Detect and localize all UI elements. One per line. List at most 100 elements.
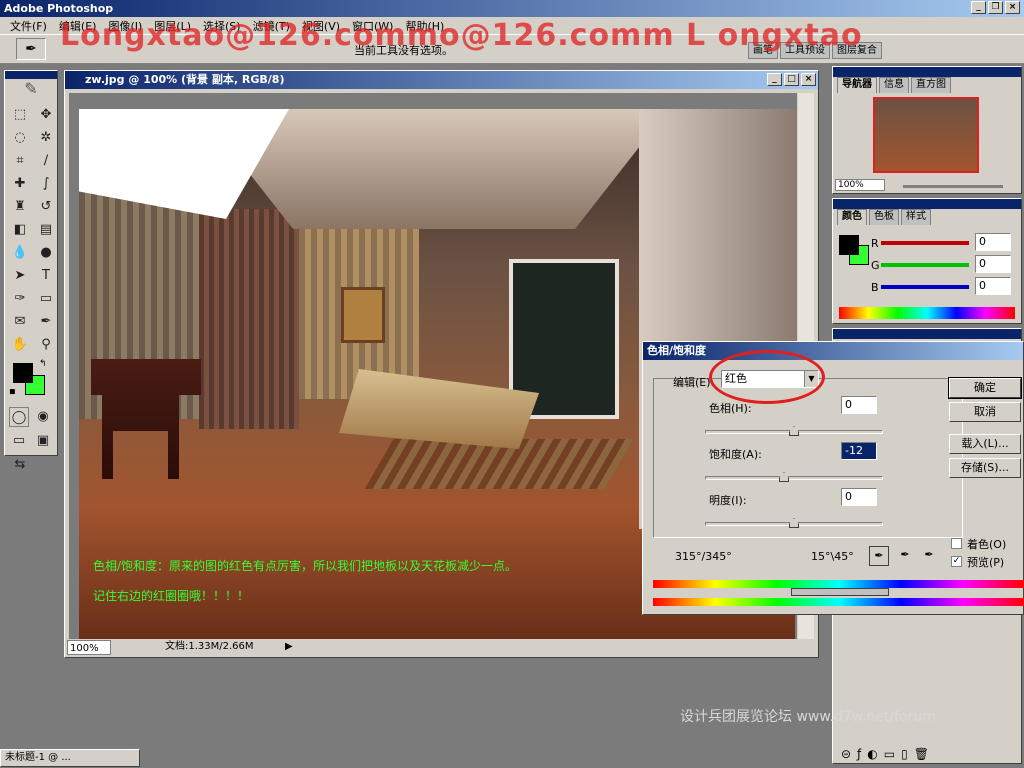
red-highlight-circle — [709, 350, 825, 404]
type-tool-icon[interactable]: T — [35, 266, 57, 286]
healing-brush-icon[interactable]: ✚ — [9, 174, 31, 194]
move-tool-icon[interactable]: ✥ — [35, 105, 57, 125]
layers-panel-bar[interactable] — [833, 329, 1021, 339]
b-field[interactable]: 0 — [975, 277, 1011, 295]
doc-close-button[interactable]: × — [801, 73, 816, 86]
layer-action-icons[interactable]: ⊝ƒ◐▭▯🗑 — [841, 747, 935, 761]
load-button[interactable]: 载入(L)... — [949, 434, 1021, 454]
swap-colors-icon[interactable]: ↰ — [39, 359, 47, 369]
marquee-tool-icon[interactable]: ⬚ — [9, 105, 31, 125]
screen-modes: ▭ ▣ — [5, 429, 57, 453]
preview-checkbox[interactable]: ✓ — [951, 556, 962, 567]
b-slider[interactable] — [881, 285, 969, 289]
crop-tool-icon[interactable]: ⌗ — [9, 151, 31, 171]
tool-preset-picker[interactable]: ✒ — [16, 38, 46, 60]
blur-tool-icon[interactable]: 💧 — [9, 243, 31, 263]
close-button[interactable]: × — [1005, 1, 1020, 14]
r-field[interactable]: 0 — [975, 233, 1011, 251]
hand-tool-icon[interactable]: ✋ — [9, 335, 31, 355]
status-arrow-icon[interactable]: ▶ — [285, 639, 293, 655]
pen-tool-icon[interactable]: ✑ — [9, 289, 31, 309]
tab-histogram[interactable]: 直方图 — [911, 77, 951, 93]
navigator-zoom-field[interactable]: 100% — [835, 179, 885, 191]
feather-logo-icon: ✎ — [24, 79, 38, 98]
slice-tool-icon[interactable]: ∕ — [35, 151, 57, 171]
document-window-controls: _ □ × — [767, 73, 816, 86]
zoom-field[interactable]: 100% — [67, 640, 111, 655]
doc-maximize-button[interactable]: □ — [784, 73, 799, 86]
full-screen-icon[interactable]: ▣ — [33, 431, 53, 451]
notes-tool-icon[interactable]: ✉ — [9, 312, 31, 332]
navigator-thumbnail[interactable] — [873, 97, 979, 173]
hue-saturation-dialog: 色相/饱和度 编辑(E): 红色 ▼ 色相(H): 0 饱和度(A): -12 … — [642, 341, 1024, 615]
navigator-zoom-slider[interactable] — [903, 185, 1003, 188]
eyedropper-icon[interactable]: ✒ — [869, 546, 889, 566]
clone-stamp-icon[interactable]: ♜ — [9, 197, 31, 217]
navigator-tabs: 导航器 信息 直方图 — [833, 77, 1021, 93]
save-button[interactable]: 存储(S)... — [949, 458, 1021, 478]
color-bar-bottom — [653, 598, 1024, 606]
saturation-slider[interactable] — [705, 476, 883, 480]
document-status-bar: 100% 文档:1.33M/2.66M ▶ — [65, 639, 818, 657]
restore-button[interactable]: ❐ — [988, 1, 1003, 14]
color-ramp[interactable] — [839, 307, 1015, 319]
mask-modes: ◯ ◉ — [5, 405, 57, 429]
document-title-bar[interactable]: zw.jpg @ 100% (背景 副本, RGB/8) — [65, 71, 818, 89]
r-slider[interactable] — [881, 241, 969, 245]
lightness-field[interactable]: 0 — [841, 488, 877, 506]
brush-tool-icon[interactable]: ∫ — [35, 174, 57, 194]
toolbox-header[interactable] — [5, 71, 57, 79]
tab-info[interactable]: 信息 — [879, 77, 909, 93]
default-colors-icon[interactable]: ◾ — [9, 387, 16, 397]
doc-size-info: 文档:1.33M/2.66M — [165, 641, 254, 652]
hue-field[interactable]: 0 — [841, 396, 877, 414]
dialog-title-bar[interactable]: 色相/饱和度 — [643, 342, 1023, 360]
preview-label: 预览(P) — [967, 556, 1005, 569]
annotation-line-2: 记住右边的红圈圈哦！！！！ — [93, 589, 250, 603]
tab-navigator[interactable]: 导航器 — [837, 77, 877, 93]
eraser-tool-icon[interactable]: ◧ — [9, 220, 31, 240]
tab-swatches[interactable]: 色板 — [869, 209, 899, 225]
tab-color[interactable]: 颜色 — [837, 209, 867, 225]
lasso-tool-icon[interactable]: ◌ — [9, 128, 31, 148]
eyedropper-tool-icon[interactable]: ✒ — [35, 312, 57, 332]
color-bar-top — [653, 580, 1024, 588]
dodge-tool-icon[interactable]: ● — [35, 243, 57, 263]
eyedropper-plus-icon[interactable]: ✒ — [895, 546, 915, 566]
app-title: Adobe Photoshop — [4, 2, 114, 15]
foreground-color-swatch[interactable] — [13, 363, 33, 383]
g-slider[interactable] — [881, 263, 969, 267]
hue-label: 色相(H): — [709, 402, 752, 415]
gradient-tool-icon[interactable]: ▤ — [35, 220, 57, 240]
minimized-document[interactable]: 未标题-1 @ ... — [0, 749, 140, 767]
color-panel: 颜色 色板 样式 R 0 G 0 B 0 — [832, 198, 1022, 324]
range-slider[interactable] — [791, 588, 889, 596]
standard-screen-icon[interactable]: ▭ — [9, 431, 29, 451]
tab-styles[interactable]: 样式 — [901, 209, 931, 225]
dialog-group-box — [653, 378, 963, 538]
zoom-tool-icon[interactable]: ⚲ — [35, 335, 57, 355]
color-fg-swatch[interactable] — [839, 235, 859, 255]
lightness-label: 明度(I): — [709, 494, 747, 507]
magic-wand-icon[interactable]: ✲ — [35, 128, 57, 148]
wall-painting — [341, 287, 385, 343]
g-field[interactable]: 0 — [975, 255, 1011, 273]
minimize-button[interactable]: _ — [971, 1, 986, 14]
saturation-field[interactable]: -12 — [841, 442, 877, 460]
colorize-checkbox[interactable] — [951, 538, 962, 549]
navigator-panel-bar[interactable] — [833, 67, 1021, 77]
g-label: G — [871, 259, 880, 272]
path-selection-icon[interactable]: ➤ — [9, 266, 31, 286]
eyedropper-minus-icon[interactable]: ✒ — [919, 546, 939, 566]
ok-button[interactable]: 确定 — [948, 377, 1022, 399]
doc-minimize-button[interactable]: _ — [767, 73, 782, 86]
jump-to-imageready-icon[interactable]: ⇆ — [5, 453, 57, 477]
dialog-title: 色相/饱和度 — [647, 344, 707, 357]
color-panel-bar[interactable] — [833, 199, 1021, 209]
standard-mode-icon[interactable]: ◯ — [9, 407, 30, 427]
shape-tool-icon[interactable]: ▭ — [35, 289, 57, 309]
menu-file[interactable]: 文件(F) — [4, 18, 53, 34]
quick-mask-icon[interactable]: ◉ — [33, 407, 53, 427]
cancel-button[interactable]: 取消 — [949, 402, 1021, 422]
history-brush-icon[interactable]: ↺ — [35, 197, 57, 217]
